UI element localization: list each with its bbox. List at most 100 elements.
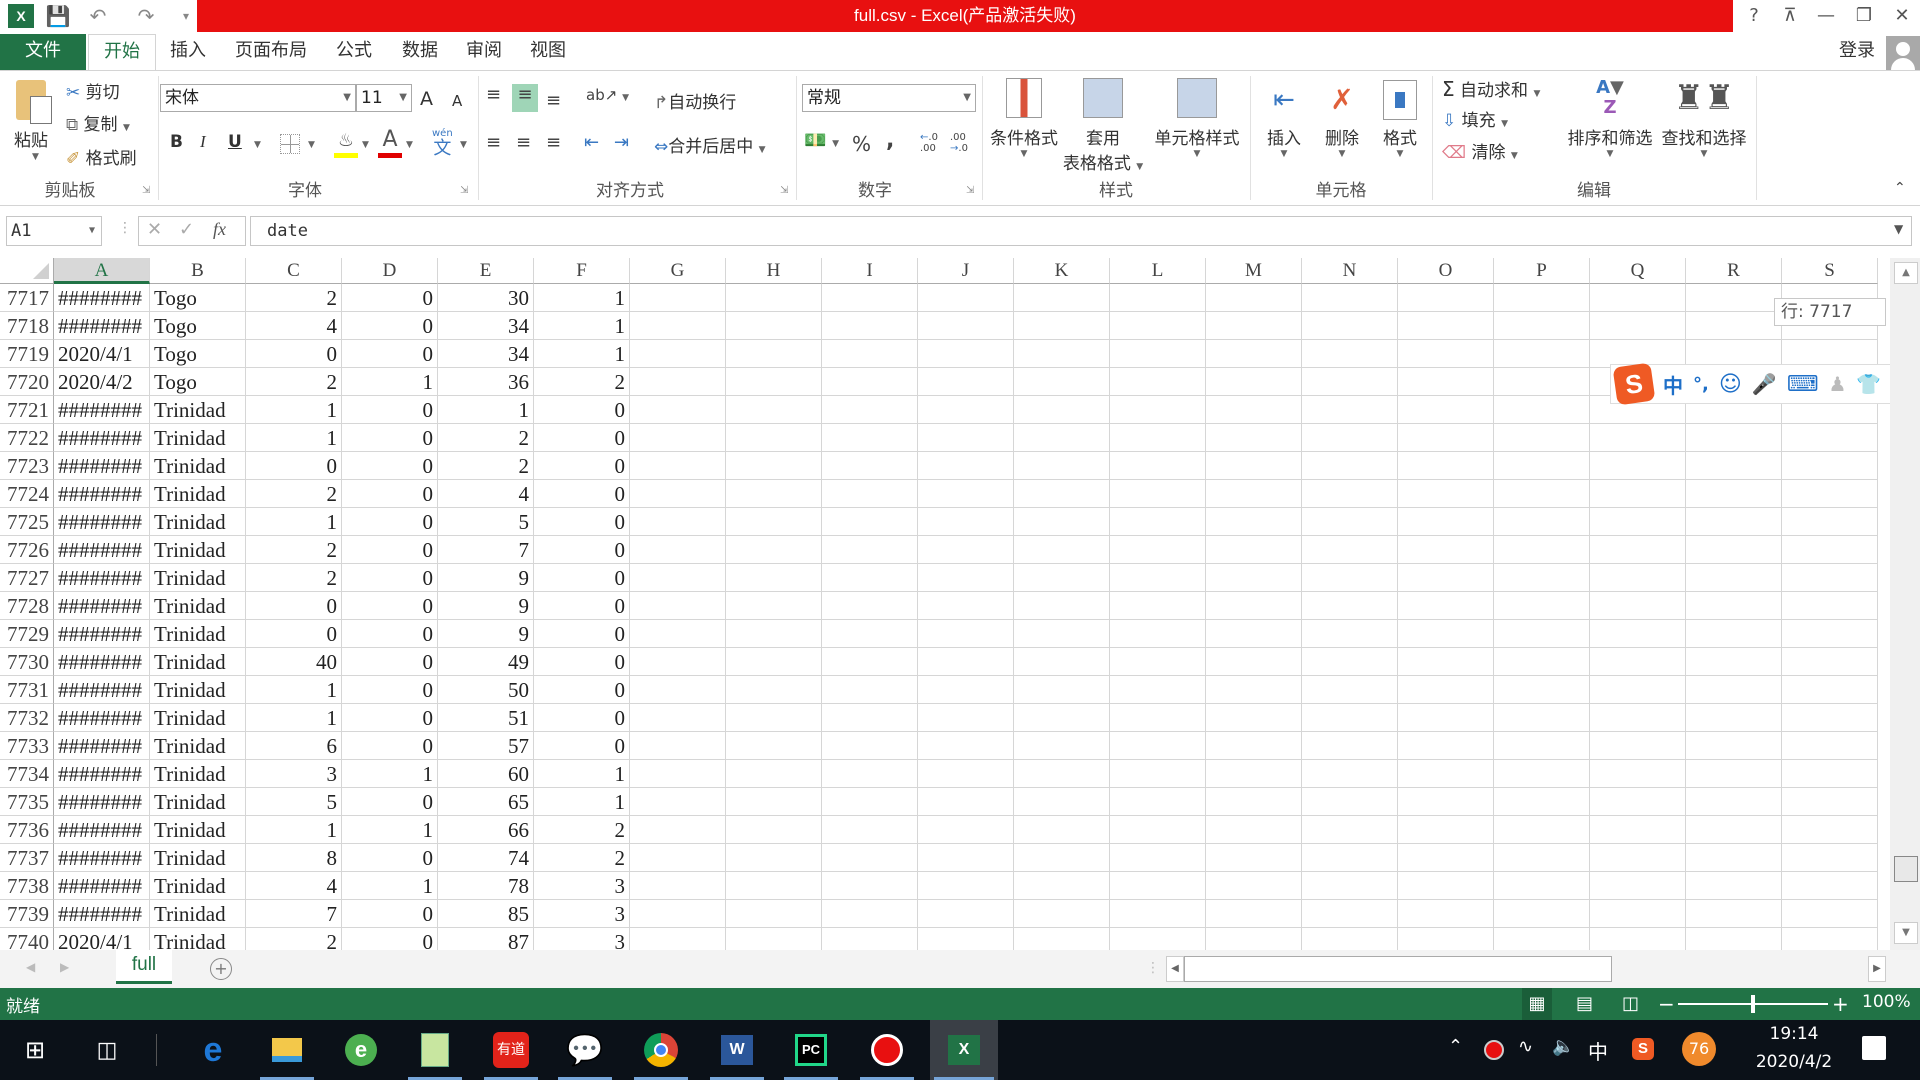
cell-k[interactable] — [1014, 676, 1110, 704]
cell-r[interactable] — [1686, 648, 1782, 676]
cell-d[interactable]: 0 — [342, 480, 438, 508]
cell-c[interactable]: 5 — [246, 788, 342, 816]
prev-sheet-icon[interactable]: ◀ — [26, 960, 35, 974]
cell-d[interactable]: 0 — [342, 620, 438, 648]
cell-f[interactable]: 1 — [534, 284, 630, 312]
tab-data[interactable]: 数据 — [394, 34, 446, 70]
cell-r[interactable] — [1686, 732, 1782, 760]
cell-n[interactable] — [1302, 732, 1398, 760]
cell-o[interactable] — [1398, 900, 1494, 928]
cell-q[interactable] — [1590, 480, 1686, 508]
cell-m[interactable] — [1206, 536, 1302, 564]
cell-k[interactable] — [1014, 508, 1110, 536]
cell-r[interactable] — [1686, 564, 1782, 592]
cell-j[interactable] — [918, 928, 1014, 950]
cell-p[interactable] — [1494, 368, 1590, 396]
cell-i[interactable] — [822, 676, 918, 704]
name-box[interactable]: A1 ▼ — [6, 216, 102, 246]
cell-g[interactable] — [630, 872, 726, 900]
cell-p[interactable] — [1494, 284, 1590, 312]
format-cells-button[interactable]: 格式 ▼ — [1372, 76, 1428, 172]
cell-p[interactable] — [1494, 312, 1590, 340]
fill-color-dropdown[interactable]: ▼ — [362, 140, 369, 150]
vertical-scrollbar[interactable]: ▲ ▼ — [1890, 258, 1920, 950]
cell-i[interactable] — [822, 760, 918, 788]
cell-p[interactable] — [1494, 928, 1590, 950]
cell-o[interactable] — [1398, 368, 1494, 396]
cell-j[interactable] — [918, 592, 1014, 620]
cell-q[interactable] — [1590, 648, 1686, 676]
scroll-thumb[interactable] — [1894, 856, 1918, 882]
cell-j[interactable] — [918, 760, 1014, 788]
cell-d[interactable]: 1 — [342, 872, 438, 900]
cell-c[interactable]: 2 — [246, 480, 342, 508]
column-header-h[interactable]: H — [726, 258, 822, 284]
cell-s[interactable] — [1782, 900, 1878, 928]
cell-a[interactable]: ######## — [54, 284, 150, 312]
taskbar-pycharm[interactable]: PC — [780, 1020, 842, 1080]
cell-q[interactable] — [1590, 760, 1686, 788]
cell-j[interactable] — [918, 816, 1014, 844]
cell-b[interactable]: Togo — [150, 368, 246, 396]
cell-f[interactable]: 0 — [534, 592, 630, 620]
cell-i[interactable] — [822, 340, 918, 368]
cell-d[interactable]: 0 — [342, 284, 438, 312]
cell-e[interactable]: 30 — [438, 284, 534, 312]
show-hidden-icons[interactable]: ⌃ — [1448, 1036, 1463, 1057]
row-header[interactable]: 7738 — [0, 872, 54, 900]
cell-e[interactable]: 9 — [438, 592, 534, 620]
taskbar-file-explorer[interactable] — [256, 1020, 318, 1080]
cell-c[interactable]: 2 — [246, 284, 342, 312]
cell-r[interactable] — [1686, 536, 1782, 564]
cell-c[interactable]: 4 — [246, 312, 342, 340]
cell-k[interactable] — [1014, 788, 1110, 816]
cell-f[interactable]: 2 — [534, 844, 630, 872]
cell-m[interactable] — [1206, 480, 1302, 508]
tab-formulas[interactable]: 公式 — [328, 34, 380, 70]
cell-a[interactable]: ######## — [54, 592, 150, 620]
sogou-tray-icon[interactable]: S — [1632, 1038, 1654, 1060]
cell-r[interactable] — [1686, 900, 1782, 928]
cell-k[interactable] — [1014, 760, 1110, 788]
align-right-icon[interactable]: ≡ — [546, 132, 561, 153]
cell-n[interactable] — [1302, 844, 1398, 872]
split-handle[interactable]: ⋮ — [1146, 960, 1160, 976]
cell-a[interactable]: ######## — [54, 648, 150, 676]
user-icon[interactable]: ♟ — [1828, 372, 1846, 396]
cell-q[interactable] — [1590, 536, 1686, 564]
emoji-icon[interactable]: ☺ — [1719, 372, 1742, 397]
cell-o[interactable] — [1398, 536, 1494, 564]
cell-q[interactable] — [1590, 788, 1686, 816]
grow-font-button[interactable]: A — [420, 88, 433, 110]
bold-button[interactable]: B — [170, 132, 183, 152]
cell-n[interactable] — [1302, 928, 1398, 950]
cell-c[interactable]: 6 — [246, 732, 342, 760]
cell-b[interactable]: Trinidad — [150, 900, 246, 928]
cell-i[interactable] — [822, 592, 918, 620]
font-color-button[interactable]: A — [378, 128, 402, 158]
cell-b[interactable]: Trinidad — [150, 704, 246, 732]
cell-c[interactable]: 1 — [246, 676, 342, 704]
cell-c[interactable]: 7 — [246, 900, 342, 928]
increase-decimal-button[interactable]: ←.0.00 — [920, 132, 938, 154]
cell-o[interactable] — [1398, 704, 1494, 732]
cancel-icon[interactable]: ✕ — [147, 219, 162, 240]
cell-j[interactable] — [918, 676, 1014, 704]
cell-r[interactable] — [1686, 592, 1782, 620]
cell-m[interactable] — [1206, 592, 1302, 620]
task-view-button[interactable]: ◫ — [76, 1020, 138, 1080]
cell-i[interactable] — [822, 424, 918, 452]
row-header[interactable]: 7719 — [0, 340, 54, 368]
cell-i[interactable] — [822, 844, 918, 872]
cell-r[interactable] — [1686, 816, 1782, 844]
tab-home[interactable]: 开始 — [88, 34, 156, 70]
underline-dropdown[interactable]: ▼ — [254, 140, 261, 150]
punctuation-toggle[interactable]: °, — [1693, 374, 1709, 395]
cell-e[interactable]: 1 — [438, 396, 534, 424]
cell-l[interactable] — [1110, 480, 1206, 508]
tray-badge[interactable]: 76 — [1682, 1032, 1716, 1066]
row-header[interactable]: 7728 — [0, 592, 54, 620]
cell-p[interactable] — [1494, 592, 1590, 620]
cell-l[interactable] — [1110, 396, 1206, 424]
cell-j[interactable] — [918, 900, 1014, 928]
